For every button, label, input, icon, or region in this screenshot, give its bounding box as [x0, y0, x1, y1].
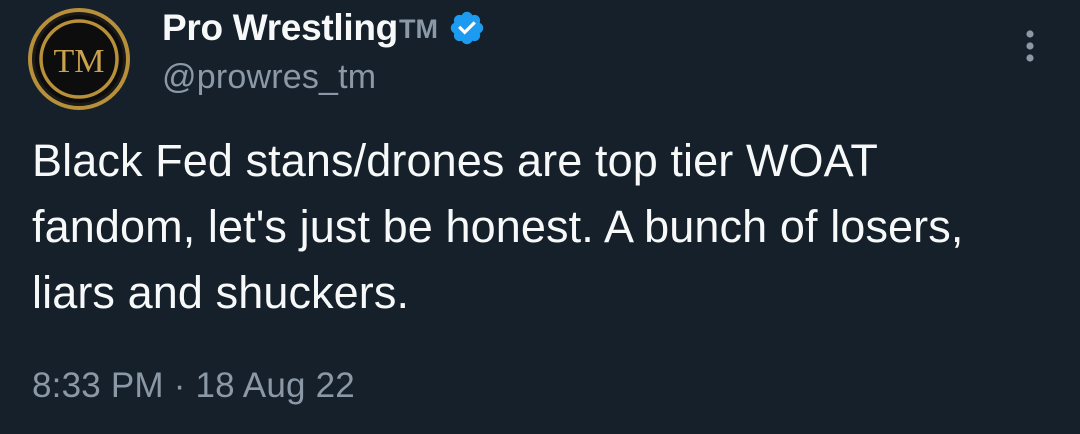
author-header: Pro Wrestling TM @prowres_tm	[162, 4, 486, 97]
more-options-icon[interactable]	[1020, 26, 1040, 66]
tweet-timestamp[interactable]: 8:33 PM · 18 Aug 22	[32, 366, 355, 406]
author-handle[interactable]: @prowres_tm	[162, 58, 486, 97]
display-name[interactable]: Pro Wrestling	[162, 7, 398, 49]
name-row: Pro Wrestling TM	[162, 4, 486, 52]
tweet-date: 18 Aug 22	[195, 366, 355, 405]
tweet-text: Black Fed stans/drones are top tier WOAT…	[32, 135, 964, 318]
avatar[interactable]: TM	[28, 8, 130, 110]
avatar-logo: TM	[39, 19, 119, 99]
timestamp-separator: ·	[173, 366, 186, 405]
tweet-time: 8:33 PM	[32, 366, 164, 405]
name-suffix: TM	[398, 13, 438, 44]
verified-badge-icon[interactable]	[448, 9, 486, 47]
tweet: TM Pro Wrestling TM @prowres_tm Black Fe…	[0, 0, 1080, 434]
avatar-text: TM	[54, 43, 105, 80]
